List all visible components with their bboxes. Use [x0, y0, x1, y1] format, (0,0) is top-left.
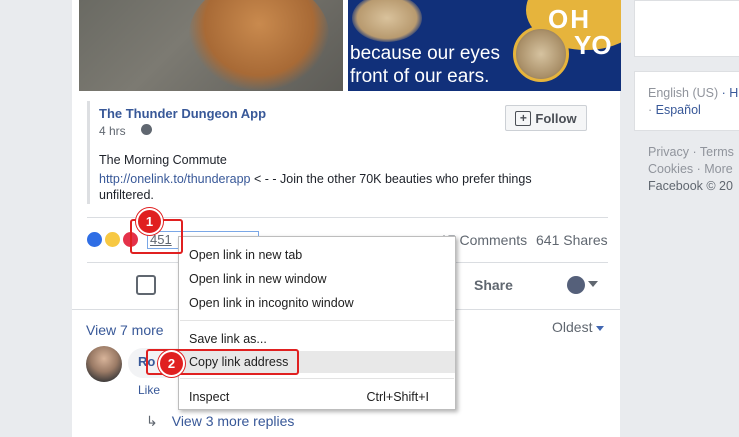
meme-dog-top [352, 0, 422, 42]
cat-figure [189, 0, 329, 90]
language-box [634, 71, 739, 131]
haha-reaction-icon[interactable] [104, 231, 121, 248]
like-button-icon[interactable] [136, 275, 156, 295]
follow-button[interactable]: + Follow [505, 105, 587, 131]
divider [87, 217, 608, 218]
page-name-link[interactable]: The Thunder Dungeon App [99, 106, 266, 121]
comment-like-link[interactable]: Like [138, 383, 160, 397]
meme-caption: because our eyes front of our ears. [350, 43, 500, 87]
chevron-down-icon [596, 325, 605, 331]
commenter-avatar[interactable] [86, 346, 122, 382]
meme-text-you: YO [574, 30, 612, 60]
facebook-feed-page: OH YO because our eyes front of our ears.… [0, 0, 739, 437]
menu-item-open-incognito[interactable]: Open link in incognito window [179, 292, 455, 314]
post-body: http://onelink.to/thunderapp < - - Join … [99, 172, 532, 202]
reply-arrow-icon: ↳ [146, 413, 158, 429]
post-time[interactable]: 4 hrs [99, 124, 126, 138]
menu-item-inspect[interactable]: Inspect Ctrl+Shift+I [179, 386, 455, 408]
share-button[interactable]: Share [474, 277, 513, 293]
annotation-badge-step2: 2 [158, 350, 185, 377]
footer-copyright: Facebook © 20 [648, 179, 733, 193]
meme-dog-circle [513, 26, 569, 82]
like-reaction-icon[interactable] [86, 231, 103, 248]
menu-separator [180, 378, 454, 379]
follow-icon: + [515, 110, 532, 126]
language-alt-link[interactable]: · Español [648, 103, 701, 117]
menu-item-open-new-window[interactable]: Open link in new window [179, 268, 455, 290]
menu-item-save-link[interactable]: Save link as... [179, 328, 455, 350]
annotation-badge-step1: 1 [136, 208, 163, 235]
shares-count-link[interactable]: 641 Shares [536, 232, 608, 248]
context-menu: Open link in new tab Open link in new wi… [178, 236, 456, 410]
post-title: The Morning Commute [99, 153, 227, 167]
inspect-shortcut: Ctrl+Shift+I [366, 390, 429, 404]
footer-links[interactable]: Cookies · More [648, 162, 733, 176]
menu-separator [180, 320, 454, 321]
more-replies-link[interactable]: ↳ View 3 more replies [146, 413, 294, 430]
chevron-down-icon[interactable] [588, 281, 598, 287]
post-image-meme[interactable]: OH YO because our eyes front of our ears. [348, 0, 621, 91]
avatar-selector[interactable] [567, 276, 585, 294]
post-image-cat[interactable] [79, 0, 343, 91]
right-sidebar-box [634, 0, 739, 57]
globe-icon [141, 124, 152, 135]
footer-links[interactable]: Privacy · Terms [648, 145, 734, 159]
view-more-comments-link[interactable]: View 7 more [86, 322, 164, 338]
language-current: English (US) · H [648, 86, 739, 100]
menu-item-open-new-tab[interactable]: Open link in new tab [179, 244, 455, 266]
post-link[interactable]: http://onelink.to/thunderapp [99, 172, 251, 186]
comment-sort-dropdown[interactable]: Oldest [552, 319, 605, 335]
